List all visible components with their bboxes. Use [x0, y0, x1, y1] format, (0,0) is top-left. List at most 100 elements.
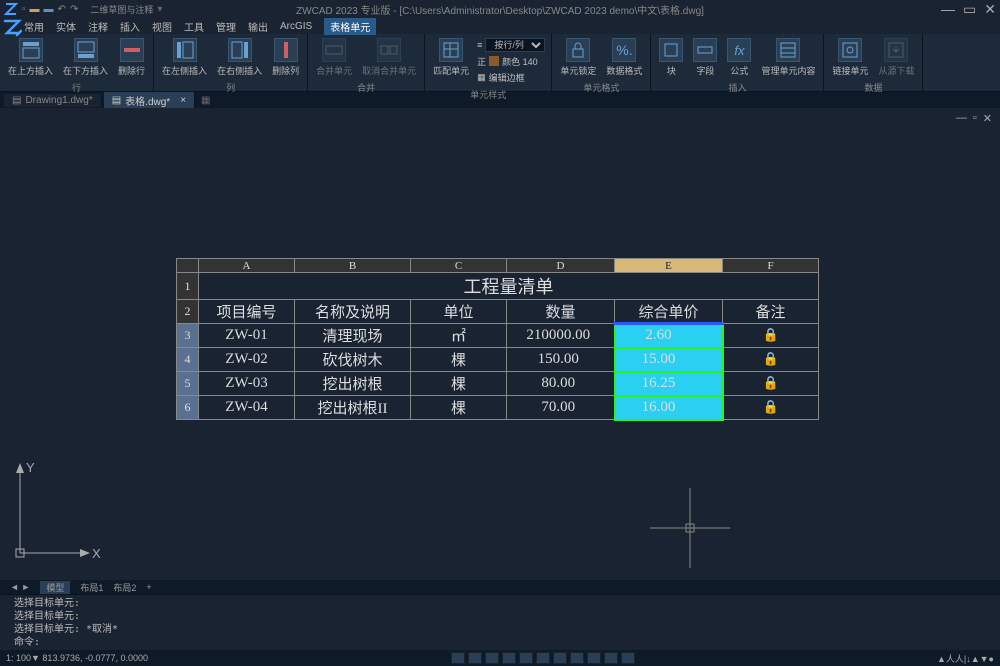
- col-header-f[interactable]: F: [723, 259, 819, 273]
- menu-annotate[interactable]: 注释: [88, 19, 108, 34]
- cmd-prompt[interactable]: 命令:: [14, 636, 986, 649]
- tab-menu-icon[interactable]: ▦: [201, 95, 210, 106]
- table-cell[interactable]: ZW-01: [199, 324, 295, 348]
- download-source-button[interactable]: 从源下载: [874, 36, 918, 79]
- open-icon[interactable]: ▬: [30, 4, 40, 15]
- align-icon[interactable]: 正: [477, 55, 486, 68]
- link-cell-button[interactable]: 链接单元: [828, 36, 872, 79]
- col-header-d[interactable]: D: [507, 259, 615, 273]
- table-cell-selected[interactable]: 15.00: [615, 348, 723, 372]
- ortho-toggle[interactable]: [485, 652, 499, 664]
- align-icon[interactable]: ≡: [477, 40, 482, 50]
- dyn-toggle[interactable]: [570, 652, 584, 664]
- table-cell[interactable]: 80.00: [507, 372, 615, 396]
- osnap-toggle[interactable]: [519, 652, 533, 664]
- table-header[interactable]: 项目编号: [199, 300, 295, 324]
- drawing-canvas[interactable]: — ▫ ✕ A B C D E F 1 工程量清单 2 项目编号 名称及说明 单…: [0, 108, 1000, 580]
- formula-button[interactable]: fx公式: [723, 36, 755, 79]
- file-tab-drawing1[interactable]: ▤Drawing1.dwg*: [4, 94, 102, 107]
- data-format-button[interactable]: %.数据格式: [602, 36, 646, 79]
- tab-nav-arrows[interactable]: ◄ ►: [10, 582, 30, 592]
- insert-row-above-button[interactable]: 在上方插入: [4, 36, 57, 79]
- table-cell[interactable]: 砍伐树木: [295, 348, 411, 372]
- match-cell-button[interactable]: 匹配单元: [429, 36, 473, 79]
- table-cell[interactable]: 🔒: [723, 372, 819, 396]
- menu-table-cell[interactable]: 表格单元: [324, 18, 376, 35]
- cell-lock-button[interactable]: 单元锁定: [556, 36, 600, 79]
- menu-home[interactable]: 常用: [24, 19, 44, 34]
- delete-row-button[interactable]: 删除行: [114, 36, 149, 79]
- table-cell[interactable]: 挖出树根II: [295, 396, 411, 420]
- insert-col-right-button[interactable]: 在右侧插入: [213, 36, 266, 79]
- command-line[interactable]: 选择目标单元: 选择目标单元: 选择目标单元: *取消* 命令:: [0, 594, 1000, 650]
- save-icon[interactable]: ▬: [44, 4, 54, 15]
- table-cell[interactable]: ZW-03: [199, 372, 295, 396]
- table-cell-selected[interactable]: 16.25: [615, 372, 723, 396]
- cad-table[interactable]: A B C D E F 1 工程量清单 2 项目编号 名称及说明 单位 数量 综…: [176, 258, 819, 421]
- table-cell[interactable]: 🔒: [723, 324, 819, 348]
- close-button[interactable]: ✕: [984, 1, 996, 18]
- table-header[interactable]: 单位: [411, 300, 507, 324]
- table-cell[interactable]: 🔒: [723, 348, 819, 372]
- col-header-e[interactable]: E: [615, 259, 723, 273]
- extra2-toggle[interactable]: [621, 652, 635, 664]
- merge-cells-button[interactable]: 合并单元: [312, 36, 356, 79]
- lwt-toggle[interactable]: [553, 652, 567, 664]
- menu-manage[interactable]: 管理: [216, 19, 236, 34]
- redo-icon[interactable]: ↷: [70, 4, 78, 15]
- minimize-button[interactable]: —: [941, 1, 955, 18]
- close-tab-icon[interactable]: ×: [180, 95, 186, 106]
- delete-col-button[interactable]: 删除列: [268, 36, 303, 79]
- polar-toggle[interactable]: [502, 652, 516, 664]
- new-icon[interactable]: ▫: [22, 4, 26, 15]
- tab-layout1[interactable]: 布局1: [80, 581, 103, 594]
- table-cell[interactable]: 150.00: [507, 348, 615, 372]
- col-header-a[interactable]: A: [199, 259, 295, 273]
- table-cell[interactable]: 70.00: [507, 396, 615, 420]
- maximize-button[interactable]: ▭: [963, 1, 976, 18]
- table-header[interactable]: 备注: [723, 300, 819, 324]
- menu-arcgis[interactable]: ArcGIS: [280, 21, 312, 32]
- color-dropdown[interactable]: 颜色 140: [502, 55, 538, 68]
- corner-cell[interactable]: [177, 259, 199, 273]
- table-header[interactable]: 综合单价: [615, 300, 723, 324]
- extra-toggle[interactable]: [604, 652, 618, 664]
- row-header-4[interactable]: 4: [177, 348, 199, 372]
- table-cell-selected[interactable]: 2.60: [615, 324, 723, 348]
- doc-restore-button[interactable]: ▫: [973, 112, 977, 125]
- model-toggle[interactable]: [587, 652, 601, 664]
- tab-layout2[interactable]: 布局2: [113, 581, 136, 594]
- row-header-3[interactable]: 3: [177, 324, 199, 348]
- layout-dropdown[interactable]: 二维草图与注释: [90, 3, 153, 16]
- edit-border-button[interactable]: 编辑边框: [489, 71, 525, 84]
- table-cell[interactable]: ㎡: [411, 324, 507, 348]
- table-title-cell[interactable]: 工程量清单: [199, 273, 819, 300]
- row-col-dropdown[interactable]: 按行/列: [485, 38, 545, 52]
- menu-entity[interactable]: 实体: [56, 19, 76, 34]
- grid-toggle[interactable]: [468, 652, 482, 664]
- field-button[interactable]: 字段: [689, 36, 721, 79]
- table-cell-selected[interactable]: 16.00: [615, 396, 723, 420]
- row-header-2[interactable]: 2: [177, 300, 199, 324]
- row-header-5[interactable]: 5: [177, 372, 199, 396]
- table-cell[interactable]: 棵: [411, 348, 507, 372]
- menu-view[interactable]: 视图: [152, 19, 172, 34]
- otrack-toggle[interactable]: [536, 652, 550, 664]
- menu-insert[interactable]: 插入: [120, 19, 140, 34]
- table-cell[interactable]: 棵: [411, 372, 507, 396]
- table-cell[interactable]: ZW-04: [199, 396, 295, 420]
- border-icon[interactable]: ▦: [477, 72, 486, 83]
- menu-output[interactable]: 输出: [248, 19, 268, 34]
- row-header-1[interactable]: 1: [177, 273, 199, 300]
- table-header[interactable]: 名称及说明: [295, 300, 411, 324]
- manage-content-button[interactable]: 管理单元内容: [757, 36, 819, 79]
- undo-icon[interactable]: ↶: [58, 4, 66, 15]
- table-cell[interactable]: 棵: [411, 396, 507, 420]
- menu-tools[interactable]: 工具: [184, 19, 204, 34]
- insert-col-left-button[interactable]: 在左侧插入: [158, 36, 211, 79]
- col-header-c[interactable]: C: [411, 259, 507, 273]
- tab-add[interactable]: +: [146, 582, 151, 592]
- block-button[interactable]: 块: [655, 36, 687, 79]
- table-cell[interactable]: 210000.00: [507, 324, 615, 348]
- doc-minimize-button[interactable]: —: [956, 112, 967, 125]
